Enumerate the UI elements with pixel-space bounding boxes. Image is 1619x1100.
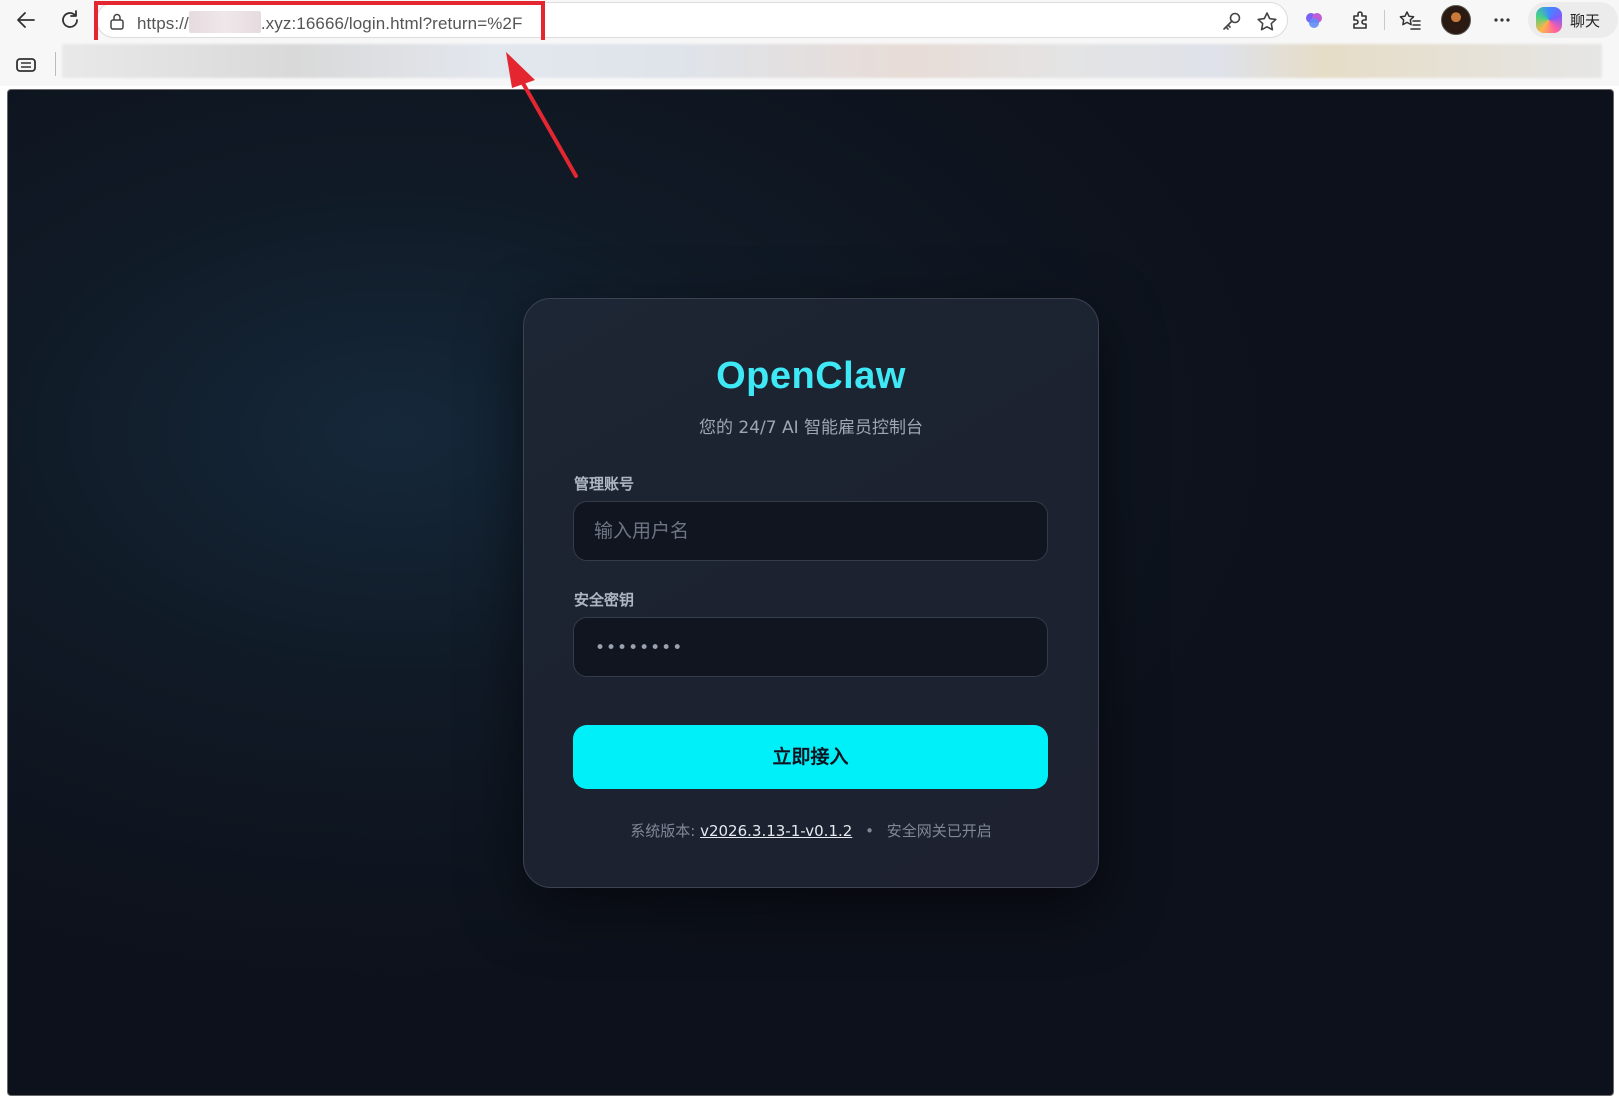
copilot-chat-button[interactable]: 聊天 — [1528, 2, 1618, 38]
brand-subtitle: 您的 24/7 AI 智能雇员控制台 — [698, 418, 924, 438]
reload-button[interactable] — [52, 4, 88, 36]
favorites-items-redacted — [62, 44, 1602, 78]
favorites-button[interactable] — [1394, 4, 1426, 36]
password-key-button[interactable] — [1219, 9, 1245, 35]
brain-extension-button[interactable] — [1298, 4, 1330, 36]
username-input[interactable] — [574, 502, 1047, 560]
url-redacted-domain — [188, 11, 261, 33]
url-text[interactable]: https:// .xyz:16666/login.html?return=%2F — [137, 11, 522, 34]
page-viewport: OpenClaw 您的 24/7 AI 智能雇员控制台 管理账号 安全密钥 ••… — [7, 89, 1614, 1096]
version-prefix: 系统版本: — [630, 822, 696, 840]
copilot-icon — [1536, 7, 1562, 33]
gateway-status: 安全网关已开启 — [886, 822, 992, 840]
brain-extension-icon — [1306, 13, 1322, 28]
back-arrow-icon — [17, 12, 35, 28]
brand-title: OpenClaw — [716, 355, 906, 397]
address-bar[interactable]: https:// .xyz:16666/login.html?return=%2F — [96, 2, 1288, 38]
favorites-icon — [1399, 11, 1421, 30]
password-field[interactable]: •••••••• — [573, 617, 1048, 677]
password-label: 安全密钥 — [574, 591, 635, 609]
key-icon — [1223, 12, 1241, 30]
password-input[interactable]: •••••••• — [595, 638, 683, 658]
extensions-button[interactable] — [1344, 4, 1376, 36]
browser-toolbar: https:// .xyz:16666/login.html?return=%2F… — [0, 0, 1619, 40]
username-label: 管理账号 — [574, 475, 635, 493]
lock-icon[interactable] — [109, 12, 125, 30]
url-suffix: .xyz:16666/login.html?return=%2F — [260, 14, 523, 33]
favorites-divider — [55, 52, 56, 76]
profile-avatar[interactable] — [1441, 5, 1471, 35]
favorite-button[interactable] — [1254, 9, 1280, 35]
more-icon — [1494, 18, 1510, 22]
copilot-chat-label: 聊天 — [1570, 11, 1601, 30]
login-card: OpenClaw 您的 24/7 AI 智能雇员控制台 管理账号 安全密钥 ••… — [523, 298, 1099, 888]
url-prefix: https:// — [137, 14, 189, 33]
collections-icon[interactable] — [14, 54, 38, 76]
toolbar-divider — [1384, 10, 1385, 30]
version-link[interactable]: v2026.3.13-1-v0.1.2 — [700, 822, 852, 840]
star-icon — [1257, 12, 1277, 31]
more-button[interactable] — [1486, 4, 1518, 36]
username-field[interactable] — [573, 501, 1048, 561]
puzzle-icon — [1353, 11, 1367, 29]
reload-icon — [62, 10, 78, 28]
footer-separator: • — [865, 822, 874, 840]
back-button[interactable] — [8, 4, 44, 36]
favorites-bar — [0, 40, 1619, 86]
login-footer: 系统版本: v2026.3.13-1-v0.1.2 • 安全网关已开启 — [524, 820, 1098, 841]
login-submit-button[interactable]: 立即接入 — [573, 725, 1048, 789]
